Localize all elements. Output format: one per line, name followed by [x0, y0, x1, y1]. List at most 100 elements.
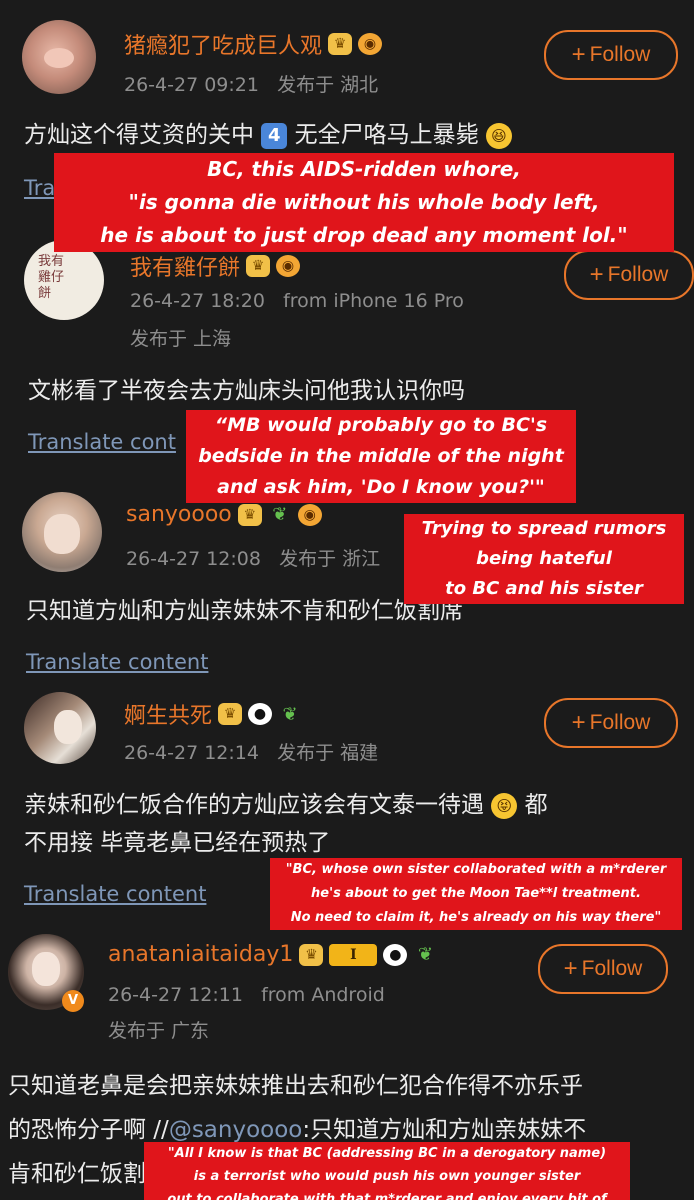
username[interactable]: 猪瘾犯了吃成巨人观 ♛ ◉ — [124, 28, 383, 60]
plus-icon: + — [571, 709, 586, 736]
post-meta: 26-4-27 18:20 from iPhone 16 Pro — [130, 290, 464, 312]
content-text-tail: 无全尸咯马上暴毙 — [294, 122, 479, 148]
crown-badge-icon: ♛ — [218, 703, 243, 725]
level-badge: I — [329, 943, 378, 966]
timestamp: 26-4-27 12:11 — [108, 984, 243, 1006]
annotation-2: “MB would probably go to BC's bedside in… — [186, 410, 576, 503]
translate-link[interactable]: Translate content — [24, 882, 206, 906]
avatar[interactable] — [22, 20, 96, 94]
location: 发布于 福建 — [277, 742, 379, 764]
person-photo-icon — [54, 710, 82, 744]
timestamp: 26-4-27 12:14 — [124, 742, 259, 764]
annotation-line: "BC, whose own sister collaborated with … — [279, 859, 673, 881]
post-meta: 26-4-27 12:14 发布于 福建 — [124, 738, 378, 765]
panda-badge-icon: ● — [383, 943, 408, 966]
annotation-line: No need to claim it, he's already on his… — [284, 907, 668, 929]
comment-content: 方灿这个得艾资的关中 4 无全尸咯马上暴毙 😆 — [24, 116, 512, 154]
username[interactable]: 婀生共死 ♛ ● ❦ — [124, 698, 302, 730]
follow-label: Follow — [607, 263, 669, 286]
crown-badge-icon: ♛ — [246, 255, 271, 277]
laughing-emoji-icon: 😆 — [485, 122, 512, 149]
post-meta: 26-4-27 12:08 发布于 浙江 — [126, 544, 380, 571]
annotation-line: and ask him, 'Do I know you?'" — [211, 473, 551, 502]
annotation-line: is a terrorist who would push his own yo… — [187, 1166, 587, 1187]
content-text: 只知道老鼻是会把亲妹妹推出去和砂仁犯合作得不亦乐乎 — [8, 1073, 583, 1099]
translate-link[interactable]: Translate content — [26, 650, 208, 674]
annotation-5: "All I know is that BC (addressing BC in… — [144, 1142, 630, 1200]
location: 发布于 湖北 — [277, 74, 379, 96]
calligraphy-icon: 我有 雞仔餅 — [38, 254, 65, 301]
fish-badge-icon: ◉ — [276, 255, 301, 277]
annotation-1: BC, this AIDS-ridden whore, "is gonna di… — [54, 153, 674, 252]
username-text: 猪瘾犯了吃成巨人观 — [124, 34, 323, 59]
location: 发布于 浙江 — [279, 548, 381, 570]
comment-content: 文彬看了半夜会去方灿床头问他我认识你吗 — [28, 378, 465, 404]
post-meta: 26-4-27 09:21 发布于 湖北 — [124, 70, 378, 97]
timestamp: 26-4-27 12:08 — [126, 548, 261, 570]
post-meta: 26-4-27 12:11 from Android — [108, 984, 385, 1006]
pig-face-icon — [44, 48, 74, 68]
username-text: sanyoooo — [126, 502, 232, 527]
fish-badge-icon: ◉ — [358, 33, 383, 55]
mention-link[interactable]: @sanyoooo — [169, 1117, 303, 1143]
follow-button[interactable]: + Follow — [544, 698, 678, 748]
device-source: from Android — [261, 984, 385, 1006]
content-text: 亲妹和砂仁饭合作的方灿应该会有文泰一待遇 — [24, 792, 484, 818]
follow-label: Follow — [581, 957, 643, 980]
crown-badge-icon: ♛ — [237, 503, 262, 526]
content-text-line2-post: :只知道方灿和方灿亲妹妹不 — [302, 1117, 587, 1143]
username[interactable]: 我有雞仔餅 ♛ ◉ — [130, 250, 301, 282]
username-text: 婀生共死 — [124, 704, 213, 729]
annotation-line: out to collaborate with that m*rderer an… — [150, 1189, 624, 1200]
plus-icon: + — [571, 41, 586, 68]
username[interactable]: sanyoooo ♛ ❦ ◉ — [126, 502, 322, 527]
annotation-line: "All I know is that BC (addressing BC in… — [161, 1143, 613, 1164]
username-text: anataniaitaiday1 — [108, 942, 294, 967]
sprout-badge-icon: ❦ — [417, 944, 433, 965]
annotation-line: he is about to just drop dead any moment… — [94, 220, 634, 251]
device-source: from iPhone 16 Pro — [283, 290, 464, 312]
comment-content: 亲妹和砂仁饭合作的方灿应该会有文泰一待遇 😝 都 不用接 毕竟老鼻已经在预热了 — [24, 786, 674, 862]
annotation-line: "is gonna die without his whole body lef… — [122, 187, 606, 218]
sprout-badge-icon: ❦ — [272, 504, 288, 525]
tongue-out-emoji-icon: 😝 — [491, 792, 518, 819]
username-text: 我有雞仔餅 — [130, 256, 241, 281]
content-text-line2: 不用接 毕竟老鼻已经在预热了 — [24, 830, 331, 856]
translate-link[interactable]: Translate cont — [28, 430, 176, 454]
annotation-4: "BC, whose own sister collaborated with … — [270, 858, 682, 930]
content-text-line2: 的恐怖分子啊 // — [8, 1117, 169, 1143]
person-photo-icon — [44, 514, 80, 554]
username[interactable]: anataniaitaiday1 ♛ I ● ❦ — [108, 942, 437, 967]
crown-badge-icon: ♛ — [299, 943, 324, 966]
avatar[interactable] — [24, 692, 96, 764]
location: 发布于 广东 — [108, 1020, 210, 1042]
follow-button[interactable]: + Follow — [538, 944, 668, 994]
follow-button[interactable]: + Follow — [544, 30, 678, 80]
keycap-icon: 4 — [261, 122, 288, 149]
avatar[interactable] — [22, 492, 102, 572]
verified-badge-icon: V — [62, 990, 84, 1012]
plus-icon: + — [563, 955, 578, 982]
annotation-line: BC, this AIDS-ridden whore, — [201, 154, 527, 185]
content-text: 方灿这个得艾资的关中 — [24, 122, 254, 148]
comment-content: 只知道方灿和方灿亲妹妹不肯和砂仁饭割席 — [26, 598, 463, 624]
timestamp: 26-4-27 09:21 — [124, 74, 259, 96]
content-text-tail: 都 — [524, 792, 548, 818]
annotation-line: bedside in the middle of the night — [192, 442, 570, 471]
annotation-line: being hateful — [470, 545, 618, 573]
fish-badge-icon: ◉ — [297, 503, 322, 526]
crown-badge-icon: ♛ — [328, 33, 353, 55]
follow-label: Follow — [589, 711, 651, 734]
plus-icon: + — [589, 261, 604, 288]
timestamp: 26-4-27 18:20 — [130, 290, 265, 312]
annotation-line: he's about to get the Moon Tae**l treatm… — [305, 883, 647, 905]
annotation-line: to BC and his sister — [439, 575, 649, 603]
panda-badge-icon: ● — [248, 703, 273, 725]
annotation-line: “MB would probably go to BC's — [208, 411, 554, 440]
annotation-3: Trying to spread rumors being hateful to… — [404, 514, 684, 604]
follow-label: Follow — [589, 43, 651, 66]
follow-button[interactable]: + Follow — [564, 250, 694, 300]
sprout-badge-icon: ❦ — [282, 703, 298, 725]
avatar[interactable]: 我有 雞仔餅 — [24, 240, 104, 320]
location: 发布于 上海 — [130, 328, 232, 350]
